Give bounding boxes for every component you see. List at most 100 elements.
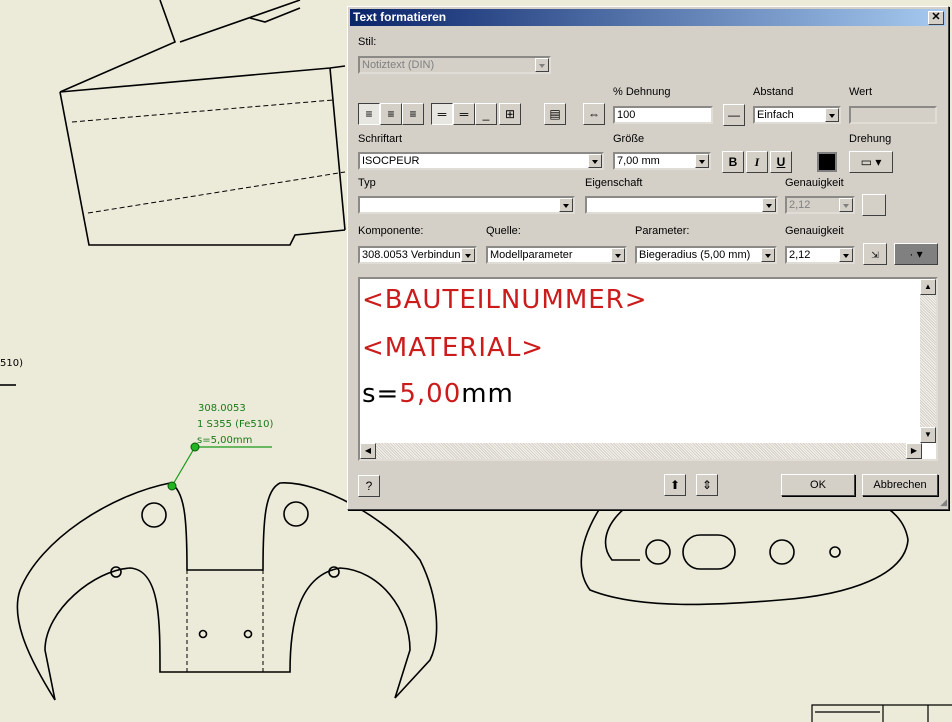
close-icon: ✕ [931, 11, 941, 23]
valign-bottom-icon: _ [482, 107, 490, 121]
parameter-value: Biegeradius (5,00 mm) [639, 249, 751, 261]
ok-button[interactable]: OK [781, 474, 855, 496]
precision-select-1[interactable]: 2,12 [785, 196, 855, 214]
text-format-dialog: Text formatieren ✕ Stil: Notiztext (DIN)… [347, 6, 949, 510]
chevron-down-icon[interactable] [535, 58, 549, 72]
cancel-button[interactable]: Abbrechen [862, 474, 938, 496]
font-value: ISOCPEUR [362, 155, 420, 167]
vertical-scrollbar[interactable]: ▲ ▼ [920, 279, 936, 443]
chevron-down-icon[interactable] [839, 248, 853, 262]
insert-parameter-icon: ⇲ [871, 250, 879, 260]
rotation-label: Drehung [849, 133, 892, 145]
stretch-input[interactable]: 100 [613, 106, 713, 124]
scroll-down-icon[interactable]: ▼ [920, 427, 936, 443]
valign-middle-icon: ═ [459, 107, 469, 121]
style-value: Notiztext (DIN) [362, 59, 435, 71]
spacing-select[interactable]: Einfach [753, 106, 841, 124]
chevron-down-icon[interactable] [825, 108, 839, 122]
source-select[interactable]: Modellparameter [486, 246, 627, 264]
valign-bottom-button[interactable]: _ [475, 103, 497, 125]
symbol-dropdown-icon: · ▾ [909, 247, 923, 261]
editor-line-material: <MATERIAL> [362, 333, 545, 363]
chevron-down-icon[interactable] [695, 154, 709, 168]
underline-button[interactable]: U [770, 151, 792, 173]
dialog-titlebar[interactable]: Text formatieren ✕ [350, 9, 946, 26]
chevron-down-icon[interactable] [461, 248, 475, 262]
horizontal-scrollbar[interactable]: ◀ ▶ [360, 443, 922, 459]
size-select[interactable]: 7,00 mm [613, 152, 711, 170]
align-right-button[interactable]: ≡ [402, 103, 424, 125]
italic-button[interactable]: I [746, 151, 768, 173]
text-color-swatch[interactable] [817, 152, 837, 172]
value-input[interactable] [849, 106, 937, 124]
component-select[interactable]: 308.0053 Verbindun [358, 246, 477, 264]
annotation-thickness: s=5,00mm [197, 435, 253, 446]
chevron-down-icon[interactable] [762, 198, 776, 212]
distribute-button[interactable]: ⊞ [499, 103, 521, 125]
thickness-unit: mm [461, 379, 514, 409]
property-select[interactable] [585, 196, 778, 214]
insert-parameter-button[interactable]: ⇲ [863, 243, 887, 265]
chevron-down-icon[interactable] [839, 198, 853, 212]
stretch-fit-button[interactable]: ⇔ [583, 103, 605, 125]
help-button[interactable]: ? [358, 475, 380, 497]
align-left-button[interactable]: ≡ [358, 103, 380, 125]
background-text-stub: 510) [0, 358, 23, 369]
line-spacing-button[interactable]: — [723, 104, 745, 126]
style-select[interactable]: Notiztext (DIN) [358, 56, 551, 74]
size-value: 7,00 mm [617, 155, 660, 167]
insert-symbol-button[interactable]: ▤ [544, 103, 566, 125]
font-label: Schriftart [358, 133, 403, 145]
align-center-button[interactable]: ≡ [380, 103, 402, 125]
source-value: Modellparameter [490, 249, 573, 261]
chevron-down-icon[interactable] [588, 154, 602, 168]
value-label: Wert [849, 86, 873, 98]
resize-grip-icon[interactable]: ◢ [940, 497, 947, 508]
chevron-down-icon[interactable] [611, 248, 625, 262]
scroll-up-icon[interactable]: ▲ [920, 279, 936, 295]
stretch-label: % Dehnung [613, 86, 671, 98]
dash-icon: — [728, 108, 740, 122]
rotation-button[interactable]: ▭ ▾ [849, 151, 893, 173]
parameter-select[interactable]: Biegeradius (5,00 mm) [635, 246, 777, 264]
precision-label-1: Genauigkeit [785, 177, 844, 189]
valign-middle-button[interactable]: ═ [453, 103, 475, 125]
precision-label-2: Genauigkeit [785, 225, 844, 237]
type-select[interactable] [358, 196, 575, 214]
chevron-down-icon[interactable] [559, 198, 573, 212]
valign-top-button[interactable]: ═ [431, 103, 453, 125]
align-left-icon: ≡ [365, 107, 373, 121]
chevron-down-icon[interactable] [761, 248, 775, 262]
close-button[interactable]: ✕ [928, 11, 944, 25]
thickness-prefix: s= [362, 379, 400, 409]
stretch-value: 100 [617, 109, 636, 121]
property-label: Eigenschaft [585, 177, 643, 189]
align-center-icon: ≡ [387, 107, 395, 121]
symbol-menu-button[interactable]: · ▾ [894, 243, 938, 265]
rotation-icon: ▭ ▾ [860, 155, 882, 169]
style-label: Stil: [358, 36, 377, 48]
bold-button[interactable]: B [722, 151, 744, 173]
component-value: 308.0053 Verbindun [362, 249, 461, 261]
distribute-icon: ⊞ [504, 107, 516, 121]
dialog-title: Text formatieren [353, 10, 447, 24]
scroll-left-icon[interactable]: ◀ [360, 443, 376, 459]
precision-value-1: 2,12 [789, 199, 811, 211]
editor-line-part-number: <BAUTEILNUMMER> [362, 285, 648, 315]
scroll-right-icon[interactable]: ▶ [906, 443, 922, 459]
spacing-value: Einfach [757, 109, 794, 121]
thickness-value: 5,00 [399, 379, 462, 409]
parameter-label: Parameter: [635, 225, 690, 237]
source-label: Quelle: [486, 225, 521, 237]
font-select[interactable]: ISOCPEUR [358, 152, 604, 170]
move-down-button[interactable]: ⇕ [696, 474, 718, 496]
move-up-button[interactable]: ⬆ [664, 474, 686, 496]
text-editor[interactable]: <BAUTEILNUMMER> <MATERIAL> s=5,00mm ▲ ▼ … [358, 277, 938, 461]
valign-top-icon: ═ [437, 107, 447, 121]
stretch-icon: ⇔ [588, 107, 600, 121]
size-label: Größe [613, 133, 645, 145]
add-property-button[interactable] [862, 194, 886, 216]
arrow-updown-icon: ⇕ [701, 478, 713, 492]
type-label: Typ [358, 177, 376, 189]
precision-select-2[interactable]: 2,12 [785, 246, 855, 264]
